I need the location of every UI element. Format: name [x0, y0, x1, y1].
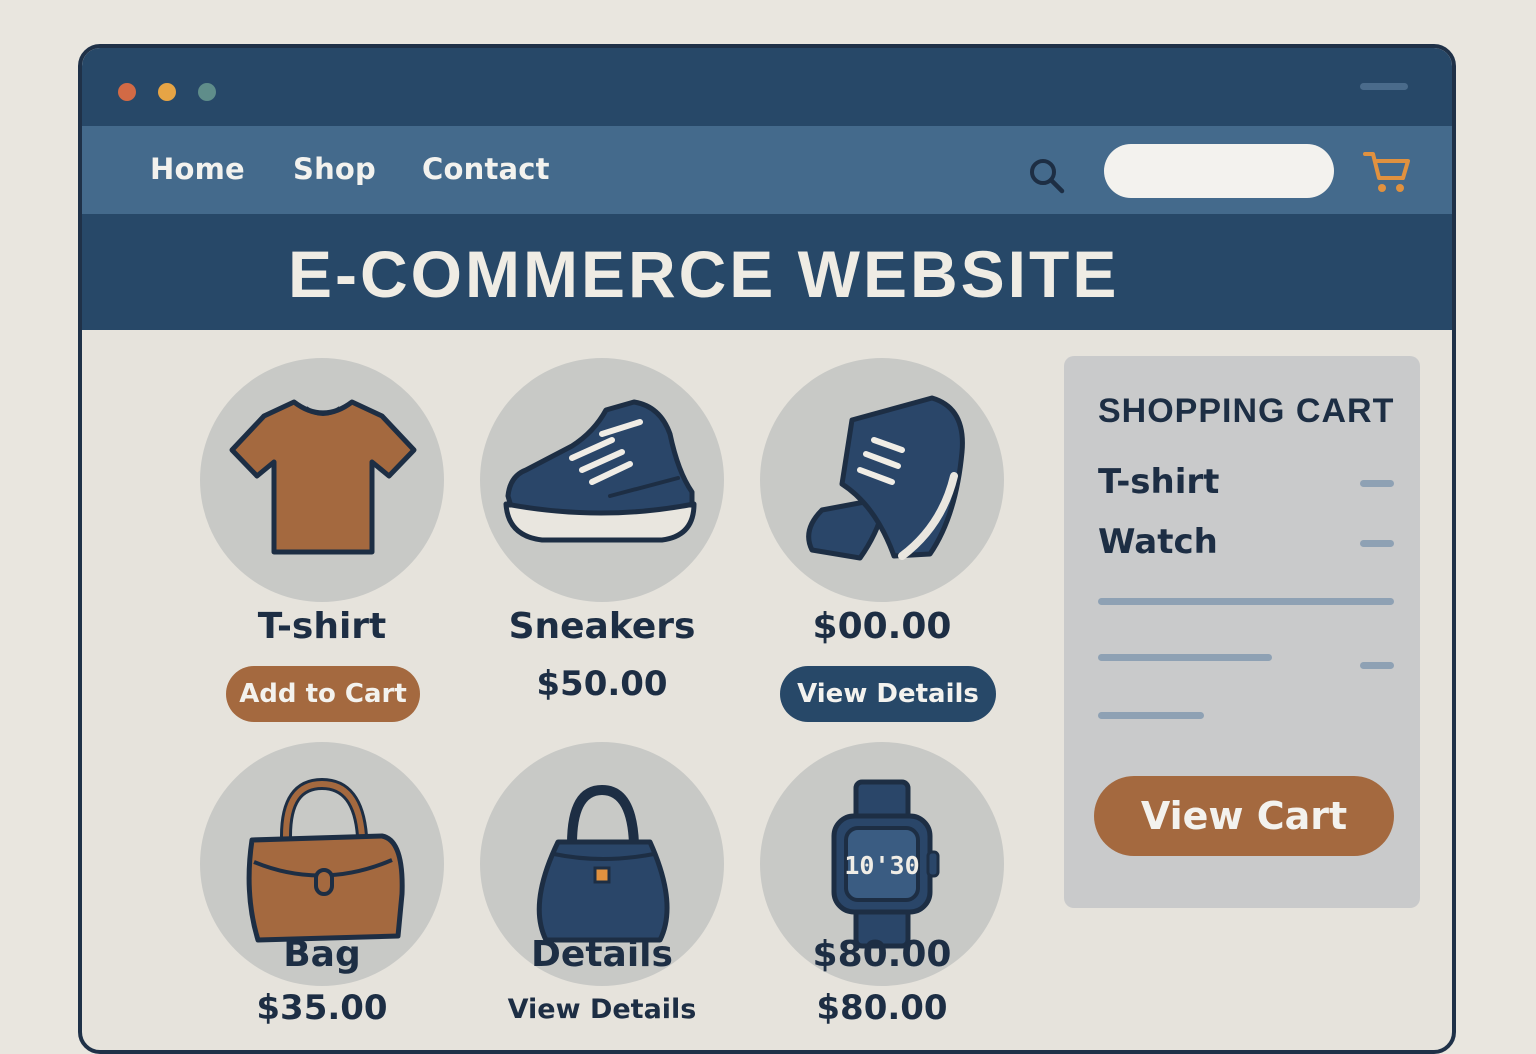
product-image[interactable] [480, 358, 724, 602]
product-image[interactable] [760, 358, 1004, 602]
menu-indicator [1360, 83, 1408, 90]
product-price: $80.00 [812, 934, 952, 975]
cart-placeholder-line [1098, 712, 1204, 719]
product-price: $00.00 [812, 606, 952, 647]
title-bar [82, 48, 1452, 126]
search-input[interactable] [1104, 144, 1334, 198]
close-window-button[interactable] [118, 83, 136, 101]
product-name: Bag [283, 934, 361, 975]
cart-item[interactable]: T-shirt [1098, 462, 1219, 502]
product-image[interactable] [200, 358, 444, 602]
cart-item-qty-bar [1360, 662, 1394, 669]
cart-divider [1098, 598, 1394, 605]
product-price: $50.00 [536, 664, 668, 704]
maximize-window-button[interactable] [198, 83, 216, 101]
cart-item[interactable]: Watch [1098, 522, 1218, 562]
minimize-window-button[interactable] [158, 83, 176, 101]
view-cart-button[interactable]: View Cart [1094, 776, 1394, 856]
product-price: $35.00 [256, 988, 388, 1028]
shoe-icon [806, 395, 965, 561]
cart-placeholder-line [1098, 654, 1272, 661]
nav-shop-link[interactable]: Shop [293, 152, 376, 186]
add-to-cart-button[interactable]: Add to Cart [226, 666, 420, 722]
nav-home-link[interactable]: Home [150, 152, 245, 186]
shopping-cart-panel: SHOPPING CART T-shirt Watch View Cart [1064, 356, 1420, 908]
product-price-secondary: $80.00 [816, 988, 948, 1028]
page-title: E-COMMERCE WEBSITE [288, 237, 1120, 311]
banner: E-COMMERCE WEBSITE [82, 214, 1452, 330]
product-name: Sneakers [508, 606, 696, 647]
product-name: Details [531, 934, 673, 975]
cart-icon[interactable] [1362, 148, 1412, 196]
nav-contact-link[interactable]: Contact [422, 152, 550, 186]
view-details-link[interactable]: View Details [462, 994, 742, 1025]
view-details-button[interactable]: View Details [780, 666, 996, 722]
watch-time: 10'30 [844, 851, 919, 880]
cart-title: SHOPPING CART [1098, 392, 1395, 430]
product-name: T-shirt [257, 606, 387, 647]
cart-item-qty-bar [1360, 540, 1394, 547]
tshirt-icon [229, 399, 417, 555]
browser-window: Home Shop Contact E-COMMERCE WEBSITE T-s… [78, 44, 1456, 1054]
cart-item-qty-bar [1360, 480, 1394, 487]
sneaker-icon [503, 399, 697, 543]
search-icon[interactable] [1027, 156, 1067, 196]
nav-bar: Home Shop Contact [82, 126, 1452, 214]
